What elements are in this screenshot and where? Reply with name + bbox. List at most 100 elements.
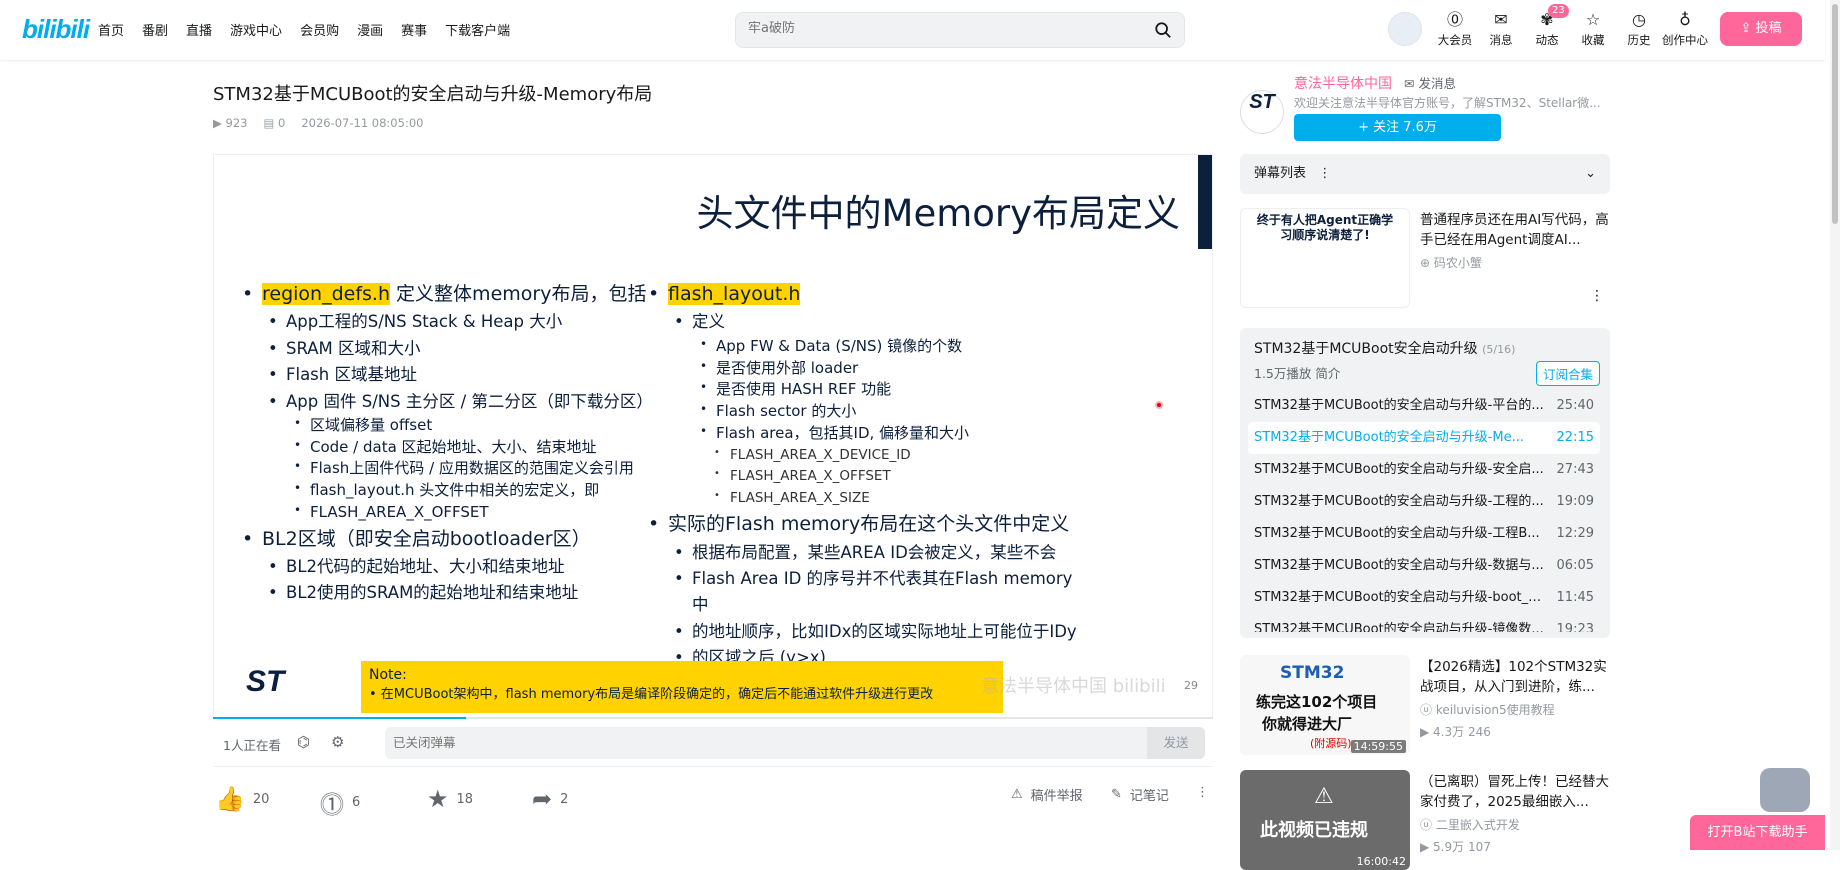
rec1-author[interactable]: ⊕ 码农小蟹 [1420,254,1482,271]
more-icon[interactable]: ⋮ [1590,288,1604,304]
page-scrollbar[interactable] [1830,0,1840,850]
collection-panel: STM32基于MCUBoot安全启动升级 (5/16) 1.5万播放 简介 订阅… [1240,328,1610,638]
nav-live[interactable]: 直播 [186,20,212,39]
episode-list: STM32基于MCUBoot的安全启动与升级-平台的... 25:40 STM32基… [1248,390,1600,632]
bilibili-logo[interactable]: bilibili [22,14,90,45]
danmaku-settings-icon[interactable]: ⚙ [331,733,351,753]
favorite-button[interactable]: ★ 18 [427,785,473,813]
rec2-stats: ▶ 4.3万 246 [1420,725,1491,739]
history-button[interactable]: ◷ 历史 [1616,10,1662,48]
collection-title[interactable]: STM32基于MCUBoot安全启动升级 (5/16) [1254,338,1515,358]
episode-item[interactable]: STM32基于MCUBoot的安全启动与升级-镜像数... 19:23 [1248,614,1600,632]
slide-bullet: FLASH_AREA_X_DEVICE_ID [644,445,1084,467]
slide-bullet: 区域偏移量 offset [238,415,658,437]
send-message-button[interactable]: ✉ 发消息 [1404,73,1456,92]
subscribe-collection-button[interactable]: 订阅合集 [1535,361,1600,386]
episode-title: STM32基于MCUBoot的安全启动与升级-boot_g... [1254,590,1544,605]
recommend-card-2[interactable]: STM32 练完这102个项目 你就得进大厂 (附源码) 14:59:55 【2… [1240,655,1610,755]
nav-esports[interactable]: 赛事 [401,20,427,39]
episode-item[interactable]: STM32基于MCUBoot的安全启动与升级-安全启... 27:43 [1248,454,1600,486]
user-avatar[interactable] [1388,12,1422,46]
like-button[interactable]: 👍 20 [215,785,269,813]
slide-bullet: App工程的S/NS Stack & Heap 大小 [238,309,658,336]
slide-bullet: BL2使用的SRAM的起始地址和结束地址 [238,580,658,607]
coin-button[interactable]: ⓵6 [320,785,360,820]
rec1-title[interactable]: 普通程序员还在用AI写代码，高手已经在用Agent调度AI... [1420,210,1610,250]
vip-icon: ⓪ [1446,10,1463,29]
episode-item[interactable]: STM32基于MCUBoot的安全启动与升级-数据与... 06:05 [1248,550,1600,582]
rec2-thumbnail[interactable]: STM32 练完这102个项目 你就得进大厂 (附源码) 14:59:55 [1240,655,1410,755]
episode-item-active[interactable]: STM32基于MCUBoot的安全启动与升级-Me... 22:15 [1248,422,1600,454]
rec3-title[interactable]: （已离职）冒死上传！已经替大家付费了，2025最细嵌入... [1420,772,1610,812]
episode-duration: 25:40 [1556,398,1594,413]
nav-anime[interactable]: 番剧 [142,20,168,39]
episode-item[interactable]: STM32基于MCUBoot的安全启动与升级-平台的... 25:40 [1248,390,1600,422]
episode-item[interactable]: STM32基于MCUBoot的安全启动与升级-boot_g... 11:45 [1248,582,1600,614]
slide-left-heading: region_defs.h 定义整体memory布局，包括 [238,279,658,310]
top-nav: 首页 番剧 直播 游戏中心 会员购 漫画 赛事 下载客户端 [98,20,528,39]
favorites-button[interactable]: ☆ 收藏 [1570,10,1616,48]
share-button[interactable]: ➦ 2 [532,785,568,813]
notes-button[interactable]: ✎ 记笔记 [1111,785,1169,804]
episode-title: STM32基于MCUBoot的安全启动与升级-安全启... [1254,462,1544,477]
scrollbar-thumb[interactable] [1832,4,1838,224]
recommend-card-3[interactable]: ⚠ 此视频已违规 16:00:42 （已离职）冒死上传！已经替大家付费了，202… [1240,770,1610,870]
uploader-avatar[interactable]: ST [1240,90,1284,134]
open-app-button[interactable]: 打开B站下载助手 [1690,815,1825,850]
episode-title: STM32基于MCUBoot的安全启动与升级-工程B... [1254,526,1540,541]
video-player[interactable]: 头文件中的Memory布局定义 region_defs.h 定义整体memory… [213,154,1213,719]
danmaku-send-button[interactable]: 发送 [1147,727,1205,759]
episode-title: STM32基于MCUBoot的安全启动与升级-镜像数... [1254,622,1544,632]
danmaku-bar: 1人正在看 ⌬ ⚙ 发送 [213,719,1213,767]
report-button[interactable]: ⚠ 稿件举报 [1011,785,1083,804]
slide-bullet: Code / data 区起始地址、大小、结束地址 [238,437,658,459]
slide-bullet: Flash sector 的大小 [644,401,1084,423]
uploader-name[interactable]: 意法半导体中国 [1294,73,1392,93]
rec3-thumbnail[interactable]: ⚠ 此视频已违规 16:00:42 [1240,770,1410,870]
episode-title: STM32基于MCUBoot的安全启动与升级-Me... [1254,430,1524,445]
danmaku-toggle-icon[interactable]: ⌬ [297,733,317,753]
danmaku-input-box: 发送 [385,727,1205,759]
episode-item[interactable]: STM32基于MCUBoot的安全启动与升级-工程的... 19:09 [1248,486,1600,518]
nav-manga[interactable]: 漫画 [357,20,383,39]
message-button[interactable]: ✉ 消息 [1478,10,1524,48]
vip-button[interactable]: ⓪ 大会员 [1432,10,1478,48]
collection-meta: 1.5万播放 简介 [1254,366,1341,381]
episode-duration: 27:43 [1556,462,1594,477]
episode-title: STM32基于MCUBoot的安全启动与升级-工程的... [1254,494,1544,509]
watermark: 意法半导体中国 bilibili [981,676,1166,697]
search-icon[interactable] [1154,21,1172,39]
clock-icon: ◷ [1632,10,1646,29]
chat-bubble-icon[interactable] [1760,768,1810,812]
search-input[interactable] [748,21,1128,36]
dynamic-button[interactable]: ✾ 23 动态 [1524,4,1570,48]
nav-shop[interactable]: 会员购 [300,20,339,39]
danmaku-count: ▤ 0 [263,116,286,130]
warning-icon: ⚠ [1314,784,1334,809]
nav-home[interactable]: 首页 [98,20,124,39]
danmaku-list-toggle[interactable]: 弹幕列表 ⋮ ⌄ [1240,154,1610,194]
rec1-thumbnail[interactable]: 终于有人把Agent正确学习顺序说清楚了! [1240,208,1410,308]
rec2-title[interactable]: 【2026精选】102个STM32实战项目，从入门到进阶，练... [1420,657,1610,697]
slide-bullet: App 固件 S/NS 主分区 / 第二分区（即下载分区） [238,389,658,416]
publish-date: 2026-07-11 08:05:00 [301,116,424,130]
slide-bullet: 定义 [644,309,1084,336]
rec3-author[interactable]: ⓤ 二里嵌入式开发 [1420,816,1520,833]
episode-duration: 06:05 [1556,558,1594,573]
message-icon: ✉ [1494,10,1508,29]
dynamic-badge: 23 [1548,4,1569,18]
creator-center-button[interactable]: ♁ 创作中心 [1662,10,1708,48]
more-icon[interactable]: ⋮ [1196,785,1209,800]
nav-game[interactable]: 游戏中心 [230,20,282,39]
slide-right-heading: flash_layout.h [644,279,1084,310]
danmaku-input[interactable] [393,735,993,750]
follow-button[interactable]: + 关注 7.6万 [1294,114,1501,141]
slide-bullet: FLASH_AREA_X_OFFSET [644,466,1084,488]
recommend-card-1[interactable]: 终于有人把Agent正确学习顺序说清楚了! 普通程序员还在用AI写代码，高手已经… [1240,208,1610,308]
slide-bullet: FLASH_AREA_X_OFFSET [238,502,658,524]
episode-item[interactable]: STM32基于MCUBoot的安全启动与升级-工程B... 12:29 [1248,518,1600,550]
rec2-author[interactable]: ⓤ keiluvision5使用教程 [1420,701,1555,718]
upload-button[interactable]: ⇪ 投稿 [1720,12,1802,46]
nav-download[interactable]: 下载客户端 [445,20,510,39]
share-icon: ➦ [532,785,553,813]
